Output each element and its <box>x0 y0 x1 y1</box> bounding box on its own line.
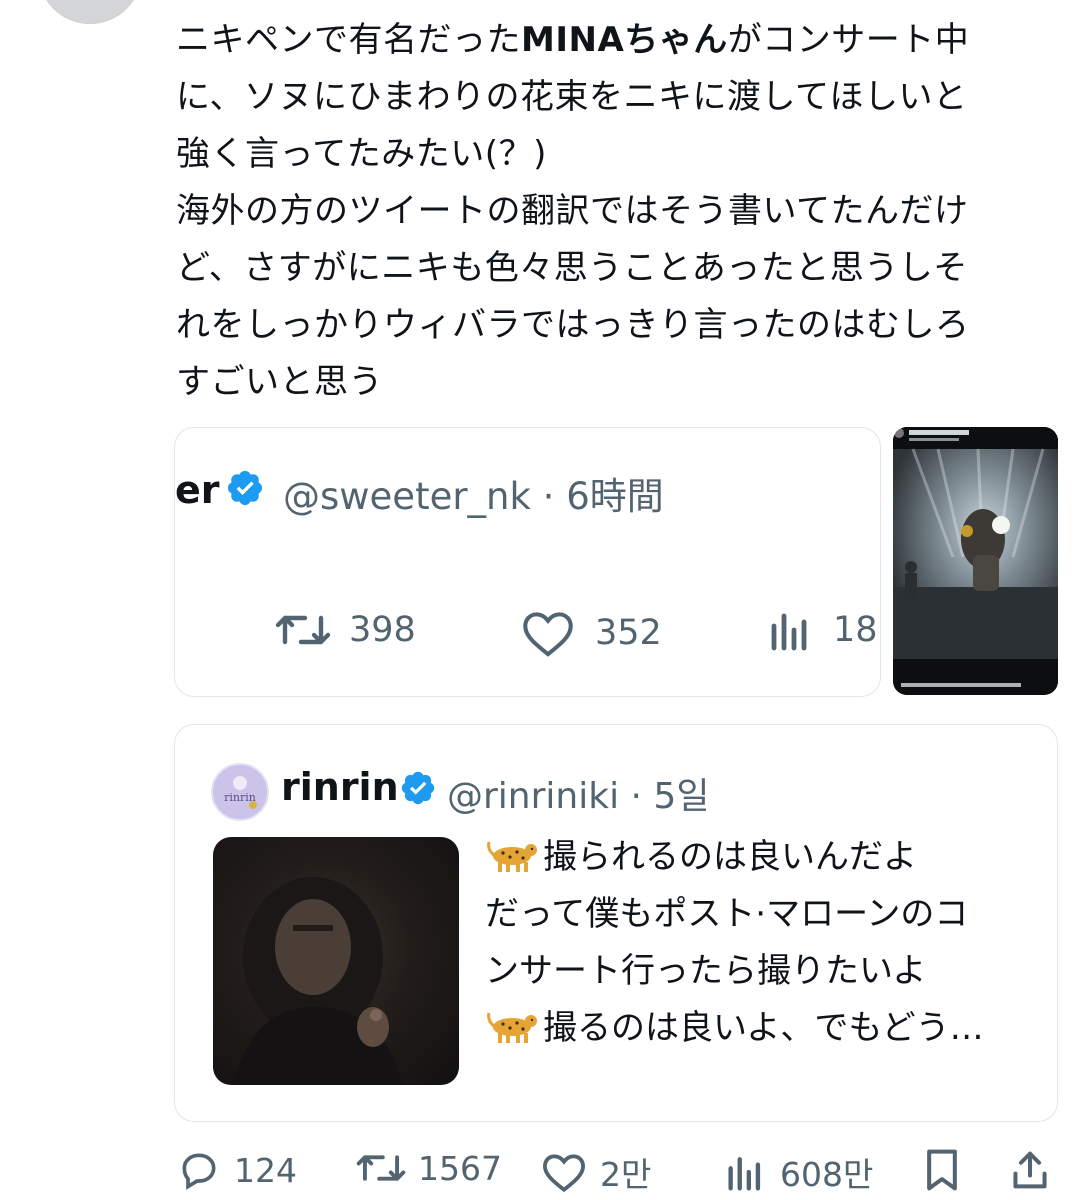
share-icon <box>1013 1151 1047 1189</box>
tweet-action-bar: 124 1567 2만 608만 <box>0 1140 1082 1200</box>
heart-icon <box>523 612 573 657</box>
tweet-body: ニキペンで有名だったMINAちゃんがコンサート中 に、ソヌにひまわりの花束をニキ… <box>176 12 1066 411</box>
leopard-emoji-icon <box>487 1012 537 1043</box>
views-button[interactable]: 608만 <box>726 1148 873 1196</box>
tweet-line: 海外の方のツイートの翻訳ではそう書いてたんだけ <box>176 191 969 231</box>
leopard-emoji-icon <box>487 841 537 872</box>
view-count[interactable]: 18 <box>769 608 878 652</box>
tweet-line: れをしっかりウィバラではっきり言ったのはむしろ <box>176 305 970 345</box>
quoted-author-name: rinrin <box>281 765 399 809</box>
tweet-line: すごいと思う <box>176 362 383 402</box>
quoted-line: だって僕もポスト·マローンのコ <box>485 894 969 934</box>
video-thumbnail[interactable] <box>213 837 459 1085</box>
retweet-count[interactable]: 398 <box>275 608 416 652</box>
quoted-tweet-card-b[interactable]: rinrin rinrin @rinriniki · 5일 撮られるのは良いんだ… <box>174 724 1058 1122</box>
retweet-button[interactable]: 1567 <box>356 1148 502 1188</box>
concert-image-thumbnail[interactable] <box>893 427 1058 695</box>
bookmark-button[interactable] <box>922 1148 974 1192</box>
verified-badge-icon <box>401 771 435 805</box>
person-photo <box>233 877 403 1085</box>
author-avatar[interactable] <box>38 0 142 24</box>
retweet-icon <box>356 1155 406 1181</box>
reply-icon <box>182 1153 216 1190</box>
retweet-icon <box>275 615 331 645</box>
verified-badge-icon <box>227 470 263 506</box>
quoted-tweet-card-a[interactable]: er @sweeter_nk · 6時間 398 352 18 <box>174 427 881 697</box>
like-button[interactable]: 2만 <box>540 1148 651 1196</box>
heart-icon <box>542 1154 586 1193</box>
reply-button[interactable]: 124 <box>176 1148 297 1192</box>
bookmark-icon <box>927 1149 957 1191</box>
rinrin-avatar[interactable]: rinrin <box>211 763 269 821</box>
quoted-author-name: er <box>175 468 220 512</box>
concert-photo <box>893 427 1058 695</box>
tweet-line: に、ソヌにひまわりの花束をニキに渡してほしいと <box>176 77 968 117</box>
avatar-graphic: rinrin <box>213 765 267 819</box>
views-icon <box>771 613 807 651</box>
tweet-line: ニキペンで有名だったMINAちゃんがコンサート中 <box>176 20 970 60</box>
like-count[interactable]: 352 <box>519 608 662 658</box>
quoted-author-handle[interactable]: @rinriniki · 5일 <box>447 767 709 819</box>
tweet-line: ど、さすがにニキも色々思うことあったと思うしそ <box>176 248 968 288</box>
quoted-line: 撮られるのは良いんだよ <box>485 829 1045 886</box>
quoted-line: ンサート行ったら撮りたいよ <box>485 951 927 991</box>
quoted-author-handle[interactable]: @sweeter_nk · 6時間 <box>283 466 664 520</box>
share-button[interactable] <box>1010 1148 1062 1192</box>
quoted-line: 撮るのは良いよ、でもどう… <box>485 1000 1045 1057</box>
views-icon <box>728 1157 761 1191</box>
tweet-line: 強く言ってたみたい(？) <box>176 134 547 174</box>
quoted-tweet-text: 撮られるのは良いんだよ だって僕もポスト·マローンのコ ンサート行ったら撮りたい… <box>485 829 1045 1057</box>
